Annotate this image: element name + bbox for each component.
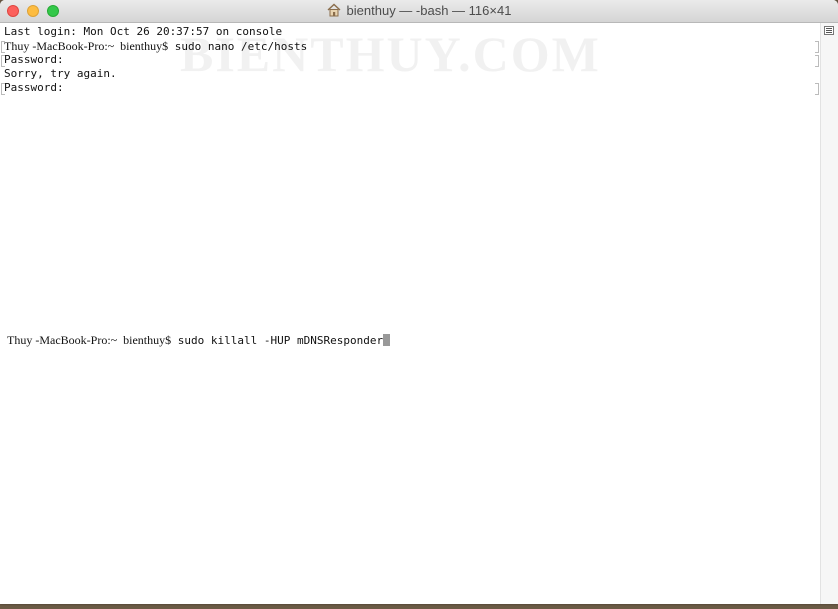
title-bar[interactable]: bienthuy — -bash — 116×41 — [0, 0, 838, 23]
home-icon — [327, 3, 341, 17]
prompt: Thuy -MacBook-Pro:~ bienthuy$ — [7, 333, 172, 347]
window-title: bienthuy — -bash — 116×41 — [346, 3, 512, 18]
text-cursor — [383, 334, 391, 346]
terminal-window: bienthuy — -bash — 116×41 BIENTHUY.COM L… — [0, 0, 838, 604]
terminal-line-command-1: Thuy -MacBook-Pro:~ bienthuy$ sudo nano … — [4, 39, 307, 53]
window-title-area: bienthuy — -bash — 116×41 — [0, 0, 838, 22]
scroll-menu-icon[interactable] — [824, 26, 834, 35]
terminal-output[interactable]: BIENTHUY.COM Last login: Mon Oct 26 20:3… — [0, 23, 820, 604]
line-mark-right — [815, 55, 819, 67]
terminal-line-password-2: Password: — [4, 81, 64, 94]
scrollbar[interactable] — [820, 23, 838, 604]
terminal-line-current-command: Thuy -MacBook-Pro:~ bienthuy$ sudo killa… — [7, 333, 391, 347]
current-command-text: sudo killall -HUP mDNSResponder — [177, 334, 384, 347]
command-text: sudo nano /etc/hosts — [174, 40, 308, 53]
line-mark-right — [815, 83, 819, 95]
terminal-line-last-login: Last login: Mon Oct 26 20:37:57 on conso… — [4, 25, 283, 38]
terminal-line-sorry: Sorry, try again. — [4, 67, 117, 80]
line-mark-right — [815, 41, 819, 53]
terminal-line-password-1: Password: — [4, 53, 64, 66]
prompt: Thuy -MacBook-Pro:~ bienthuy$ — [4, 39, 169, 53]
